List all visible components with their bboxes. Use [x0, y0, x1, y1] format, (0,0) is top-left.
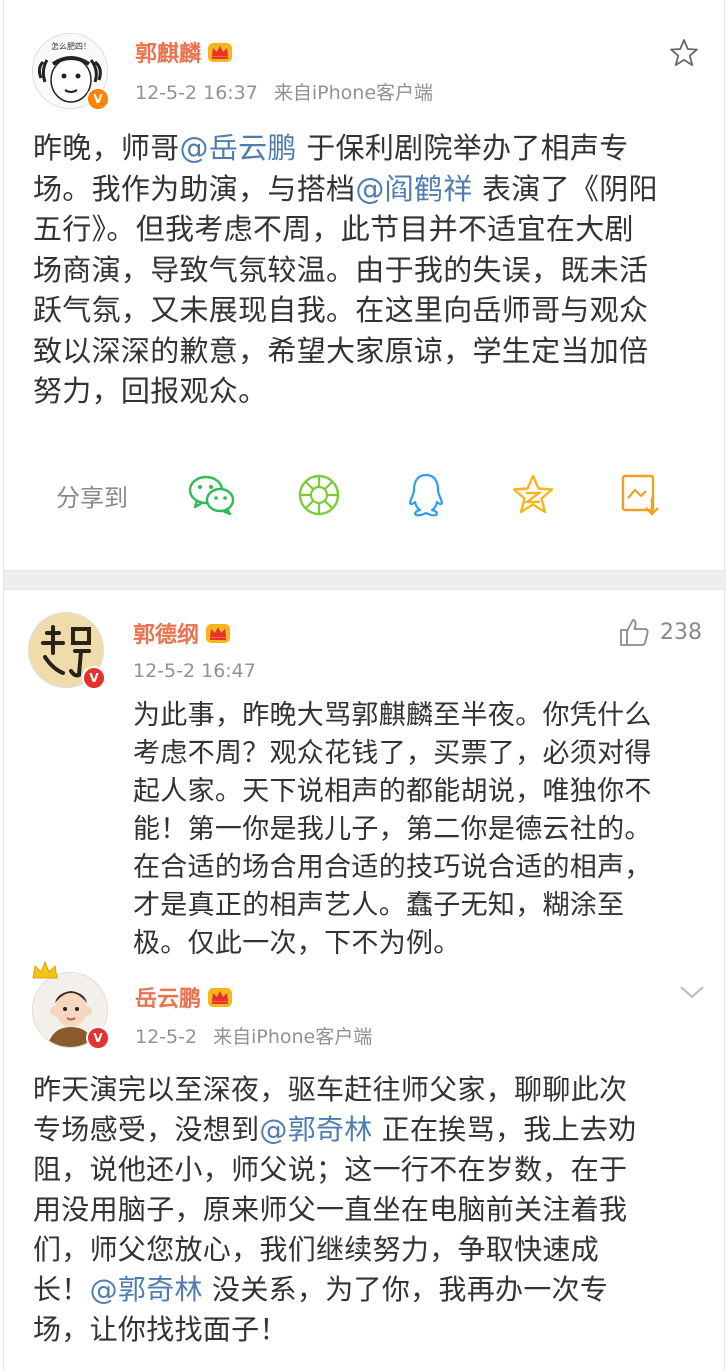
wechat-icon[interactable] — [186, 469, 238, 521]
text-span: 昨晚，师哥 — [33, 131, 180, 165]
text-span: 场商演，导致气氛较温。由于我的失误，既未活 — [33, 252, 649, 287]
sparkle-crown-icon — [32, 960, 58, 979]
text-span: 长！ — [33, 1273, 90, 1306]
text-line: 跃气氛，又未展现自我。在这里向岳师哥与观众 — [33, 290, 703, 331]
verified-badge-icon: V — [86, 87, 110, 111]
like-count: 238 — [660, 619, 702, 645]
text-line: 场。我作为助演，与搭档@阎鹤祥 表演了《阴阳 — [33, 169, 703, 210]
text-line: 们，师父您放心，我们继续努力，争取快速成 — [33, 1230, 713, 1270]
text-line: 为此事，昨晚大骂郭麒麟至半夜。你凭什么 — [133, 700, 652, 731]
text-line: 极。仅此一次，下不为例。 — [133, 928, 461, 959]
text-span: 场。我作为助演，与搭档 — [33, 171, 356, 206]
text-line: 能！第一你是我儿子，第二你是德云社的。 — [133, 814, 652, 845]
comment-body: 为此事，昨晚大骂郭麒麟至半夜。你凭什么 考虑不周？观众花钱了，买票了，必须对得 起人… — [133, 697, 713, 963]
text-line: 用没用脑子，原来师父一直坐在电脑前关注着我 — [33, 1190, 713, 1230]
mention-link[interactable]: @郭奇林 — [90, 1273, 203, 1306]
verified-badge-icon: V — [86, 1026, 110, 1050]
mention-link[interactable]: @郭奇林 — [259, 1113, 372, 1146]
text-line: 在合适的场合用合适的技巧说合适的相声， — [133, 852, 652, 883]
section-divider — [4, 570, 726, 590]
text-span: 没关系，为了你，我再办一次专 — [202, 1273, 609, 1306]
text-span: 努力，回报观众。 — [33, 374, 268, 408]
text-span: 专场感受，没想到 — [33, 1113, 260, 1146]
post-time: 12-5-2 16:37 — [135, 82, 258, 104]
text-line: 致以深深的歉意，希望大家原谅，学生定当加倍 — [33, 331, 703, 372]
text-line: 场，让你找找面子！ — [33, 1310, 713, 1350]
comment-body: 昨天演完以至深夜，驱车赶往师父家，聊聊此次 专场感受，没想到@郭奇林 正在挨骂，我… — [33, 1070, 713, 1350]
verified-badge-icon: V — [82, 666, 106, 690]
text-line: 五行》。但我考虑不周，此节目并不适宜在大剧 — [33, 209, 703, 250]
text-line: 阻，说他还小，师父说；这一行不在岁数，在于 — [33, 1150, 713, 1190]
share-label: 分享到 — [56, 483, 128, 512]
text-line: 考虑不周？观众花钱了，买票了，必须对得 — [133, 738, 652, 769]
text-span: 们，师父您放心，我们继续努力，争取快速成 — [33, 1233, 600, 1266]
post-source: 来自iPhone客户端 — [273, 82, 434, 104]
text-span: 正在挨骂，我上去劝 — [372, 1113, 637, 1146]
like-button[interactable]: 238 — [618, 617, 702, 647]
comment-author-name: 郭德纲 — [133, 623, 200, 648]
comment-author[interactable]: 岳云鹏 — [135, 981, 233, 1013]
post-meta: 12-5-2 16:37 来自iPhone客户端 — [135, 78, 433, 105]
text-span: 昨天演完以至深夜，驱车赶往师父家，聊聊此次 — [33, 1073, 628, 1106]
mention-link[interactable]: @阎鹤祥 — [355, 172, 472, 206]
share-bar: 分享到 — [56, 470, 676, 520]
qq-icon[interactable] — [400, 469, 452, 521]
text-line: 起人家。天下说相声的都能胡说，唯独你不 — [133, 776, 652, 807]
text-line: 长！@郭奇林 没关系，为了你，我再办一次专 — [33, 1270, 713, 1310]
text-line: 才是真正的相声艺人。蠢子无知，糊涂至 — [133, 890, 625, 921]
text-span: 用没用脑子，原来师父一直坐在电脑前关注着我 — [33, 1193, 628, 1226]
vip-crown-icon — [206, 624, 231, 643]
moments-icon[interactable] — [293, 469, 345, 521]
text-line: 努力，回报观众。 — [33, 371, 703, 412]
post-body: 昨晚，师哥@岳云鹏 于保利剧院举办了相声专 场。我作为助演，与搭档@阎鹤祥 表演了… — [33, 128, 703, 412]
text-span: 阻，说他还小，师父说；这一行不在岁数，在于 — [33, 1153, 628, 1186]
vip-crown-icon — [208, 988, 233, 1007]
text-span: 表演了《阴阳 — [472, 171, 658, 206]
weibo-screenshot: 怎么肥四！ V 郭麒麟 12-5-2 16:37 来自iPhone客户端 昨晚，… — [3, 0, 726, 1370]
weibo-post: 怎么肥四！ V 郭麒麟 12-5-2 16:37 来自iPhone客户端 昨晚，… — [4, 0, 726, 570]
comment-meta: 12-5-2 来自iPhone客户端 — [135, 1022, 372, 1049]
post-author-name: 郭麒麟 — [135, 42, 202, 67]
mention-link[interactable]: @岳云鹏 — [180, 131, 297, 165]
comment-time: 12-5-2 16:47 — [133, 660, 256, 682]
text-line: 场商演，导致气氛较温。由于我的失误，既未活 — [33, 250, 703, 291]
comment-time: 12-5-2 — [135, 1026, 198, 1048]
avatar[interactable]: 怎么肥四！ V — [32, 33, 110, 111]
text-line: 专场感受，没想到@郭奇林 正在挨骂，我上去劝 — [33, 1110, 713, 1150]
text-span: 五行》。但我考虑不周，此节目并不适宜在大剧 — [33, 212, 634, 246]
text-span: 场，让你找找面子！ — [33, 1313, 288, 1346]
comment-author-name: 岳云鹏 — [135, 987, 202, 1012]
chevron-down-icon[interactable] — [678, 982, 706, 1002]
comment-source: 来自iPhone客户端 — [213, 1026, 373, 1048]
weibo-save-icon[interactable] — [614, 469, 666, 521]
avatar[interactable]: V — [28, 612, 106, 690]
avatar-caption: 怎么肥四！ — [51, 41, 91, 51]
comment-author[interactable]: 郭德纲 — [133, 617, 231, 649]
thumbs-up-icon — [620, 619, 649, 646]
post-author[interactable]: 郭麒麟 — [135, 36, 233, 68]
text-line: 昨天演完以至深夜，驱车赶往师父家，聊聊此次 — [33, 1070, 713, 1110]
text-span: 致以深深的歉意，希望大家原谅，学生定当加倍 — [33, 333, 649, 368]
favorite-star-icon[interactable] — [668, 37, 700, 69]
avatar[interactable]: V — [32, 960, 110, 1050]
vip-crown-icon — [208, 43, 233, 62]
qzone-icon[interactable] — [507, 469, 559, 521]
text-line: 昨晚，师哥@岳云鹏 于保利剧院举办了相声专 — [33, 128, 703, 169]
text-span: 跃气氛，又未展现自我。在这里向岳师哥与观众 — [33, 293, 649, 327]
text-span: 于保利剧院举办了相声专 — [296, 131, 629, 165]
